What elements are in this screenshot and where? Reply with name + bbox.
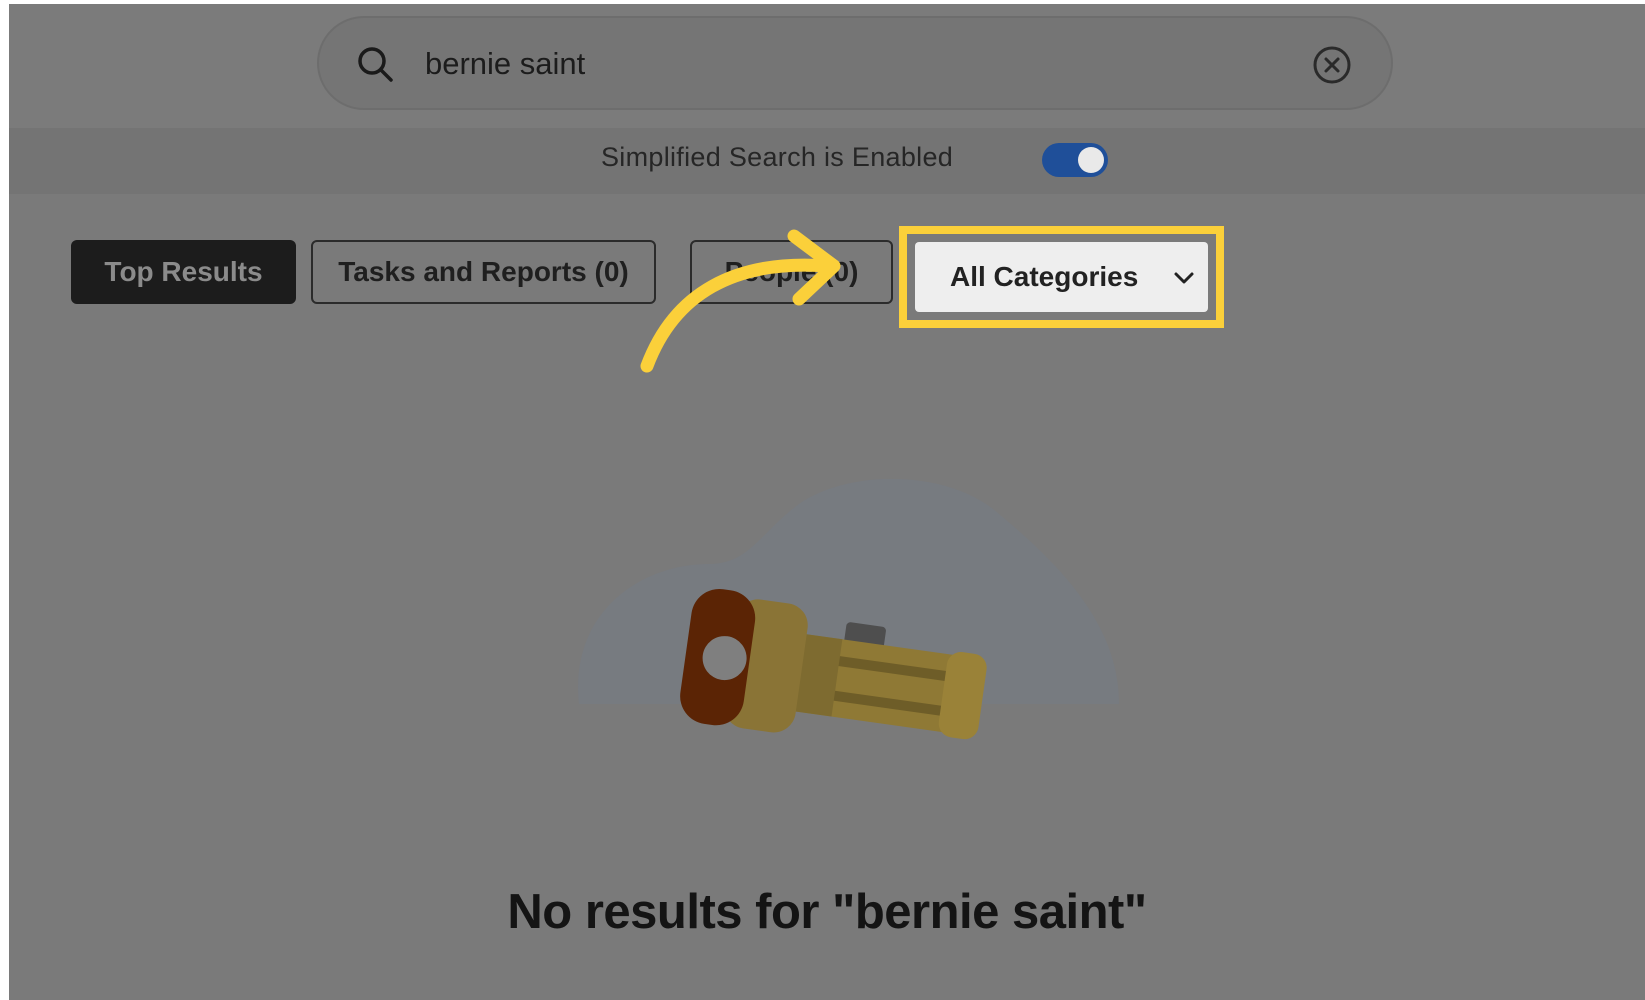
tab-top-results[interactable]: Top Results xyxy=(71,240,296,304)
empty-state-message: No results for "bernie saint" xyxy=(507,885,1147,939)
search-bar[interactable] xyxy=(317,16,1393,110)
simplified-search-label: Simplified Search is Enabled xyxy=(601,142,954,172)
highlight-frame: All Categories xyxy=(899,226,1224,328)
chevron-down-icon xyxy=(1174,272,1194,284)
all-categories-dropdown[interactable]: All Categories xyxy=(915,242,1208,312)
search-icon xyxy=(358,47,393,82)
simplified-search-toggle[interactable] xyxy=(1042,143,1108,177)
curved-arrow-icon xyxy=(640,229,841,373)
flashlight-icon xyxy=(578,478,1119,740)
dimmed-page: Simplified Search is Enabled Top Results… xyxy=(9,4,1645,1000)
toggle-knob xyxy=(1078,147,1104,173)
all-categories-label: All Categories xyxy=(950,261,1139,292)
tab-tasks-and-reports[interactable]: Tasks and Reports (0) xyxy=(311,240,656,304)
close-circle-icon[interactable] xyxy=(1311,44,1353,86)
search-input[interactable] xyxy=(425,40,1225,88)
search-header xyxy=(9,4,1645,128)
simplified-search-bar: Simplified Search is Enabled xyxy=(9,128,1645,194)
